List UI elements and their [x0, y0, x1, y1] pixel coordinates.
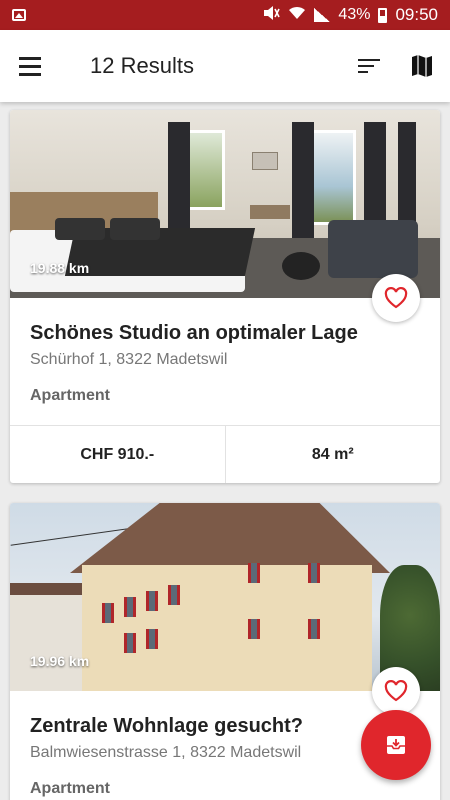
map-icon	[412, 55, 432, 77]
listing-price: CHF 910.-	[10, 426, 226, 483]
status-bar: 43% 09:50	[0, 0, 450, 30]
listing-address: Schürhof 1, 8322 Madetswil	[30, 351, 228, 368]
page-title: 12 Results	[90, 53, 194, 78]
favorite-button[interactable]	[372, 667, 420, 715]
listing-stats: CHF 910.- 84 m²	[10, 425, 440, 483]
listing-area: 84 m²	[311, 445, 354, 463]
listing-title: Schönes Studio an optimaler Lage	[30, 322, 358, 344]
battery-percent: 43%	[338, 6, 371, 23]
battery-icon	[378, 7, 388, 23]
heart-icon	[384, 287, 408, 309]
menu-icon	[19, 56, 41, 60]
favorite-button[interactable]	[372, 274, 420, 322]
distance-label: 19.96 km	[30, 653, 90, 669]
wifi-icon	[288, 6, 306, 25]
mute-icon	[262, 5, 281, 26]
sort-button[interactable]	[344, 30, 394, 102]
signal-icon	[314, 8, 331, 22]
map-button[interactable]	[394, 30, 450, 102]
listing-type: Apartment	[30, 387, 111, 404]
menu-button[interactable]	[0, 30, 60, 102]
image-notification-icon	[12, 9, 26, 21]
listing-photo[interactable]: 19.96 km	[10, 503, 440, 715]
listing-card[interactable]: 19.88 km Schönes Studio an optimaler Lag…	[10, 110, 440, 483]
heart-icon	[384, 680, 408, 702]
results-list: 19.88 km Schönes Studio an optimaler Lag…	[10, 110, 440, 800]
archive-icon	[387, 736, 405, 754]
archive-fab-button[interactable]	[361, 710, 431, 780]
clock: 09:50	[395, 5, 438, 24]
sort-icon	[358, 59, 380, 61]
listing-type: Apartment	[30, 780, 111, 797]
app-bar: 12 Results	[0, 30, 450, 102]
distance-label: 19.88 km	[30, 260, 90, 276]
listing-photo[interactable]: 19.88 km	[10, 110, 440, 322]
